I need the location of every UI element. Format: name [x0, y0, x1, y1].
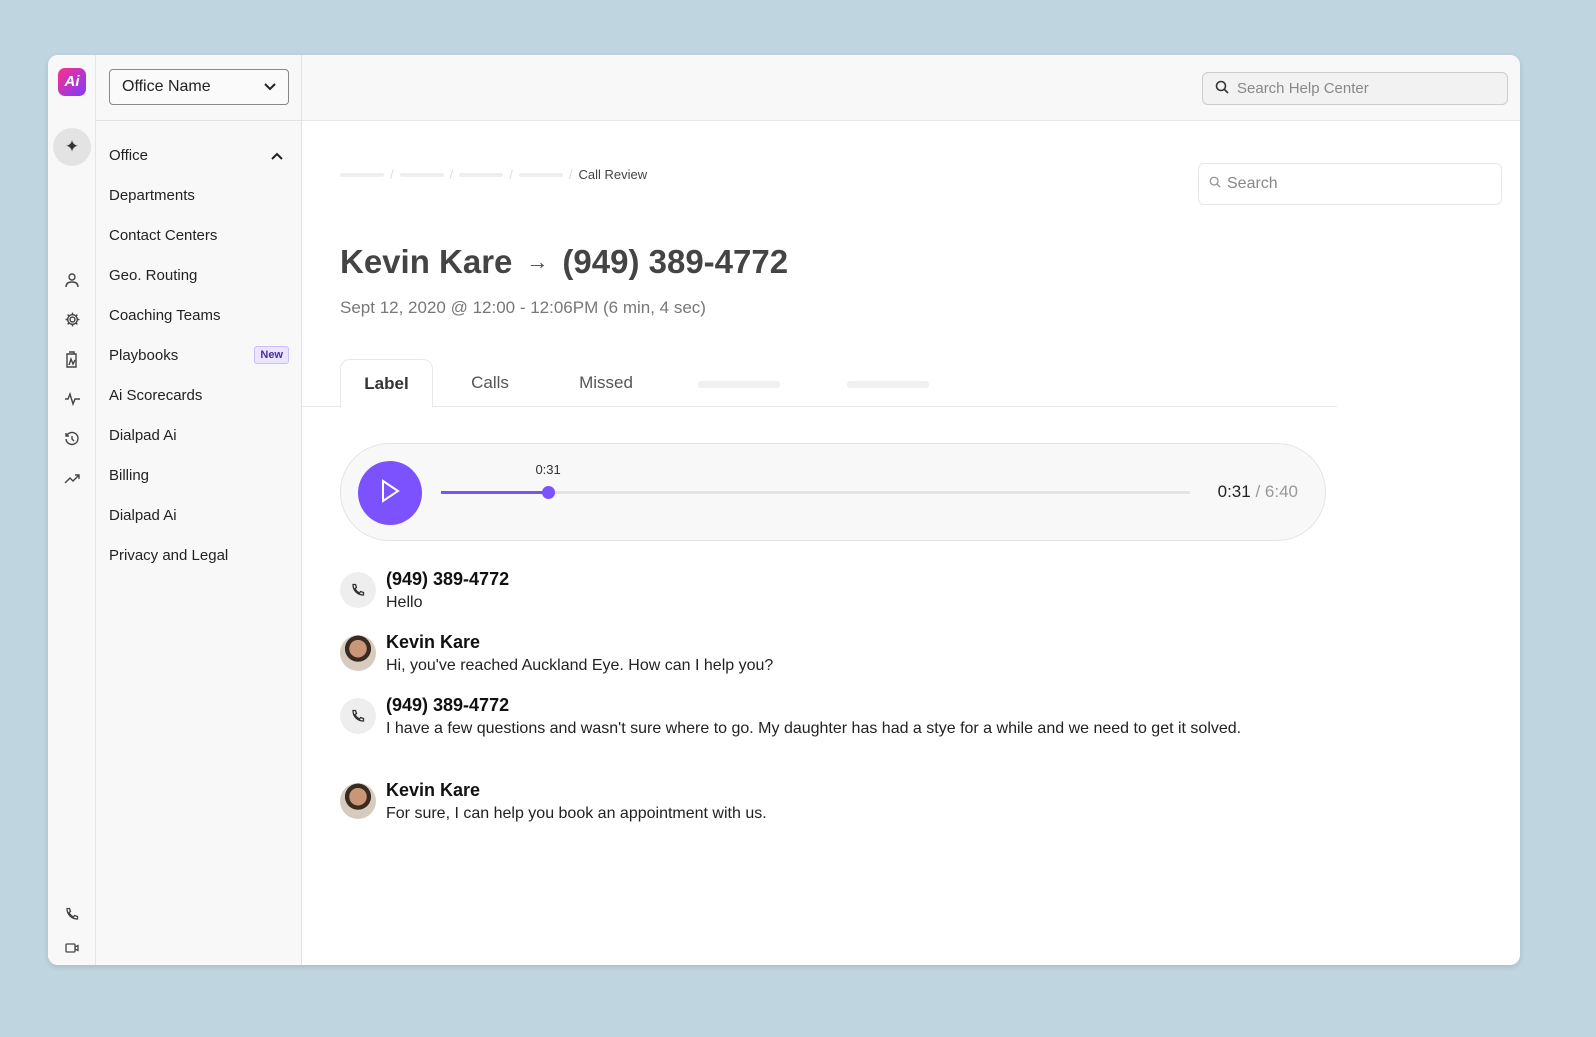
sparkle-icon: ✦: [64, 137, 80, 156]
progress-fill: [441, 491, 549, 494]
sidebar-item-ai-scorecards[interactable]: Ai Scorecards: [109, 375, 289, 415]
speaker-name: Kevin Kare: [386, 780, 481, 800]
chevron-down-icon: [264, 78, 276, 96]
phone-icon[interactable]: [62, 904, 82, 924]
activity-icon[interactable]: [62, 389, 82, 409]
sidebar-item-office[interactable]: Office: [109, 135, 289, 175]
ai-sparkle-button[interactable]: ✦: [53, 128, 91, 166]
sidebar-item-label: Contact Centers: [109, 226, 218, 244]
sidebar-item-label: Dialpad Ai: [109, 426, 177, 444]
avatar: [340, 635, 376, 671]
sidebar-item-label: Departments: [109, 186, 195, 204]
caller-name: Kevin Kare: [340, 243, 513, 280]
message-text: For sure, I can help you book an appoint…: [386, 805, 767, 822]
play-icon: [379, 478, 401, 508]
sidebar-item-label: Dialpad Ai: [109, 506, 177, 524]
sidebar-item-label: Coaching Teams: [109, 306, 221, 324]
sidebar-item-label: Geo. Routing: [109, 266, 198, 284]
search-icon: [1209, 175, 1221, 193]
breadcrumb-placeholder[interactable]: [459, 172, 504, 177]
speaker-name: (949) 389-4772: [386, 569, 510, 589]
sidebar-item-billing[interactable]: Billing: [109, 455, 289, 495]
office-name-select[interactable]: Office Name: [109, 69, 289, 105]
breadcrumb: / / / / Call Review: [340, 167, 647, 182]
video-icon[interactable]: [62, 938, 82, 958]
help-center-search[interactable]: Search Help Center: [1202, 72, 1508, 105]
sidebar-item-coaching-teams[interactable]: Coaching Teams: [109, 295, 289, 335]
chevron-up-icon: [271, 147, 283, 164]
office-select-value: Office Name: [122, 78, 211, 95]
breadcrumb-placeholder[interactable]: [518, 172, 563, 177]
sidebar-item-dialpad-ai[interactable]: Dialpad Ai: [109, 415, 289, 455]
message-text: I have a few questions and wasn't sure w…: [386, 720, 1242, 737]
tab-placeholder[interactable]: [847, 381, 929, 388]
breadcrumb-placeholder[interactable]: [340, 172, 384, 177]
sidebar-item-label: Office: [109, 146, 148, 164]
sidebar-item-label: Billing: [109, 466, 150, 484]
call-datetime: Sept 12, 2020 @ 12:00 - 12:06PM (6 min, …: [340, 298, 706, 317]
top-bar: Search Help Center: [302, 55, 1520, 121]
progress-thumb[interactable]: [542, 486, 556, 499]
message-text: Hello: [386, 594, 423, 611]
callee-number: (949) 389-4772: [562, 243, 789, 280]
breadcrumb-current: Call Review: [578, 167, 648, 182]
speaker-name: (949) 389-4772: [386, 695, 510, 715]
sidebar: Office Name Office Departments Contact C…: [96, 55, 302, 965]
sidebar-nav: Office Departments Contact Centers Geo. …: [109, 135, 289, 575]
app-logo[interactable]: Ai: [58, 68, 86, 96]
user-icon[interactable]: [62, 270, 82, 290]
speaker-name: Kevin Kare: [386, 632, 481, 652]
sidebar-item-contact-centers[interactable]: Contact Centers: [109, 215, 289, 255]
icon-rail: Ai ✦: [48, 55, 96, 965]
app-window: Ai ✦ Office Name Office Departments Cont…: [48, 55, 1520, 965]
total-time: 6:40: [1264, 482, 1298, 501]
sidebar-item-playbooks[interactable]: Playbooks New: [109, 335, 289, 375]
sidebar-item-departments[interactable]: Departments: [109, 175, 289, 215]
message-text: Hi, you've reached Auckland Eye. How can…: [386, 657, 774, 674]
sidebar-item-label: Playbooks: [109, 346, 179, 364]
sidebar-item-label: Ai Scorecards: [109, 386, 203, 404]
tab-calls[interactable]: Calls: [452, 359, 528, 407]
help-search-placeholder: Search Help Center: [1237, 80, 1369, 97]
tab-label[interactable]: Label: [340, 359, 433, 408]
transcript-item: (949) 389-4772 I have a few questions and…: [340, 693, 1286, 741]
new-badge: New: [254, 346, 289, 364]
progress-time-label: 0:31: [535, 462, 561, 477]
page-title: Kevin Kare → (949) 389-4772: [340, 243, 788, 281]
tab-bar: Label Calls Missed: [302, 359, 1337, 408]
breadcrumb-placeholder[interactable]: [399, 172, 444, 177]
sidebar-item-geo-routing[interactable]: Geo. Routing: [109, 255, 289, 295]
gear-icon[interactable]: [62, 309, 82, 329]
search-icon: [1215, 80, 1229, 98]
transcript-item: Kevin Kare For sure, I can help you book …: [340, 778, 1286, 826]
history-icon[interactable]: [62, 429, 82, 449]
arrow-right-icon: →: [526, 249, 549, 274]
transcript-item: Kevin Kare Hi, you've reached Auckland Ey…: [340, 630, 1286, 678]
transcript-item: (949) 389-4772 Hello: [340, 567, 1286, 615]
phone-avatar: [340, 572, 376, 608]
sidebar-divider: [96, 120, 301, 121]
current-time: 0:31: [1217, 482, 1251, 501]
phone-avatar: [340, 698, 376, 734]
sidebar-item-dialpad-ai-2[interactable]: Dialpad Ai: [109, 495, 289, 535]
play-button[interactable]: [358, 461, 422, 525]
avatar: [340, 783, 376, 819]
search-input[interactable]: Search: [1198, 163, 1502, 205]
progress-slider[interactable]: 0:31: [441, 462, 1190, 499]
search-placeholder: Search: [1227, 175, 1278, 192]
tab-placeholder[interactable]: [698, 381, 780, 388]
main-content: / / / / Call Review Search Kevin Kare → …: [302, 121, 1520, 965]
time-readout: 0:31 / 6:40: [1218, 482, 1298, 502]
time-separator: /: [1255, 482, 1261, 501]
sidebar-item-label: Privacy and Legal: [109, 546, 229, 564]
sidebar-item-privacy-legal[interactable]: Privacy and Legal: [109, 535, 289, 575]
tab-missed[interactable]: Missed: [564, 359, 648, 407]
audio-player: 0:31 0:31 / 6:40: [340, 443, 1326, 541]
trending-icon[interactable]: [62, 469, 82, 489]
playbook-icon[interactable]: [62, 349, 82, 369]
